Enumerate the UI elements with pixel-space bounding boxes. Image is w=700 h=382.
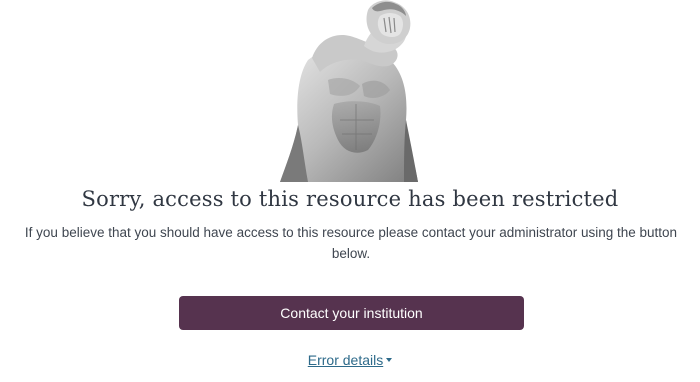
contact-institution-button[interactable]: Contact your institution: [179, 296, 524, 330]
caret-down-icon: [386, 358, 393, 363]
restriction-message: If you believe that you should have acce…: [24, 225, 678, 261]
error-details-link[interactable]: Error details: [308, 352, 383, 368]
error-details-toggle[interactable]: Error details: [0, 352, 700, 368]
page-title: Sorry, access to this resource has been …: [81, 187, 619, 211]
facepalm-statue-illustration: [268, 0, 428, 182]
